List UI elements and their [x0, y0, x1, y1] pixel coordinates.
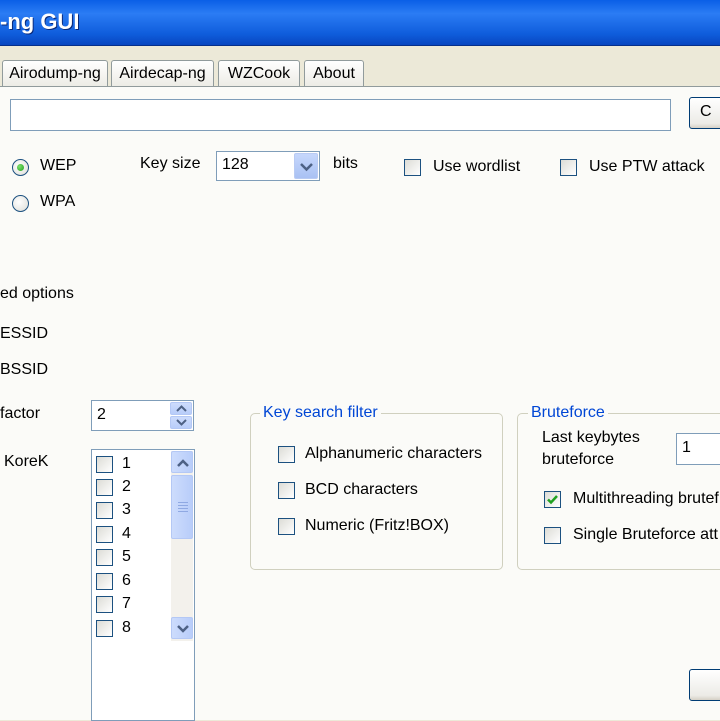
grip-line [178, 505, 188, 506]
korek-3-checkbox[interactable] [96, 502, 113, 519]
open-file-button[interactable]: C [689, 97, 720, 129]
tab-wzcook[interactable]: WZCook [218, 60, 300, 87]
numeric-fritzbox-label: Numeric (Fritz!BOX) [305, 517, 449, 534]
key-size-label: Key size [140, 155, 201, 172]
grip-line [178, 502, 188, 503]
use-wordlist-checkbox[interactable] [404, 159, 421, 176]
last-keybytes-label-line2: bruteforce [542, 451, 615, 468]
korek-5-label: 5 [122, 548, 131, 565]
korek-4-checkbox[interactable] [96, 526, 113, 543]
korek-8-label: 8 [122, 619, 131, 636]
key-search-filter-legend: Key search filter [260, 404, 381, 422]
bcd-label: BCD characters [305, 481, 418, 498]
tab-airdecap[interactable]: Airdecap-ng [111, 60, 214, 87]
checkmark-icon [547, 495, 558, 505]
multithreading-checkbox[interactable] [544, 491, 561, 508]
wep-radio-selected-dot [17, 164, 24, 171]
korek-8-checkbox[interactable] [96, 620, 113, 637]
wep-label: WEP [40, 157, 77, 174]
title-bar: -ng GUI [0, 0, 720, 46]
korek-7-label: 7 [122, 595, 131, 612]
window-body: Airodump-ng Airdecap-ng WZCook About C W… [0, 46, 720, 721]
grip-line [178, 508, 188, 509]
korek-scrollbar[interactable] [171, 451, 193, 641]
tab-panel: C WEP WPA Key size 128 bits Use wordlist… [0, 86, 720, 721]
factor-value: 2 [97, 406, 106, 423]
chevron-down-icon[interactable] [294, 153, 318, 179]
korek-1-checkbox[interactable] [96, 456, 113, 473]
alphanumeric-checkbox[interactable] [278, 446, 295, 463]
korek-label: KoreK [4, 453, 49, 470]
advanced-options-label: ed options [0, 285, 74, 302]
last-keybytes-input[interactable]: 1 [676, 433, 720, 465]
key-size-value: 128 [222, 156, 249, 173]
use-wordlist-label: Use wordlist [433, 158, 521, 175]
korek-7-checkbox[interactable] [96, 596, 113, 613]
factor-spinner[interactable]: 2 [91, 400, 194, 431]
scroll-down-icon[interactable] [171, 617, 193, 639]
wpa-label: WPA [40, 193, 76, 210]
tab-airodump[interactable]: Airodump-ng [2, 60, 108, 87]
single-bruteforce-checkbox[interactable] [544, 527, 561, 544]
last-keybytes-value: 1 [682, 439, 691, 456]
alphanumeric-label: Alphanumeric characters [305, 445, 482, 462]
single-bruteforce-label: Single Bruteforce att [573, 526, 718, 543]
korek-6-checkbox[interactable] [96, 573, 113, 590]
use-ptw-label: Use PTW attack [589, 158, 705, 175]
korek-list[interactable]: 1 2 3 4 5 6 7 8 [91, 449, 195, 721]
scroll-thumb[interactable] [171, 475, 193, 539]
korek-3-label: 3 [122, 501, 131, 518]
grip-line [178, 511, 188, 512]
bottom-action-button[interactable] [689, 669, 720, 701]
korek-2-label: 2 [122, 478, 131, 495]
last-keybytes-label-line1: Last keybytes [542, 429, 640, 446]
spin-down-icon[interactable] [170, 416, 192, 429]
multithreading-label: Multithreading brutef [573, 490, 719, 507]
key-size-select[interactable]: 128 [216, 151, 320, 181]
file-path-input[interactable] [10, 99, 671, 131]
korek-2-checkbox[interactable] [96, 479, 113, 496]
korek-6-label: 6 [122, 572, 131, 589]
bssid-label: BSSID [0, 361, 49, 378]
wep-radio[interactable] [12, 159, 29, 176]
korek-4-label: 4 [122, 525, 131, 542]
window-title: -ng GUI [0, 9, 80, 34]
bruteforce-legend: Bruteforce [528, 404, 608, 422]
essid-label: ESSID [0, 325, 49, 342]
wpa-radio[interactable] [12, 195, 29, 212]
korek-5-checkbox[interactable] [96, 549, 113, 566]
tab-about[interactable]: About [304, 60, 364, 87]
korek-1-label: 1 [122, 455, 131, 472]
factor-label: factor [0, 405, 41, 422]
bcd-checkbox[interactable] [278, 482, 295, 499]
spin-up-icon[interactable] [170, 402, 192, 415]
key-size-unit: bits [333, 155, 358, 172]
scroll-up-icon[interactable] [171, 451, 193, 473]
numeric-fritzbox-checkbox[interactable] [278, 518, 295, 535]
use-ptw-checkbox[interactable] [560, 159, 577, 176]
